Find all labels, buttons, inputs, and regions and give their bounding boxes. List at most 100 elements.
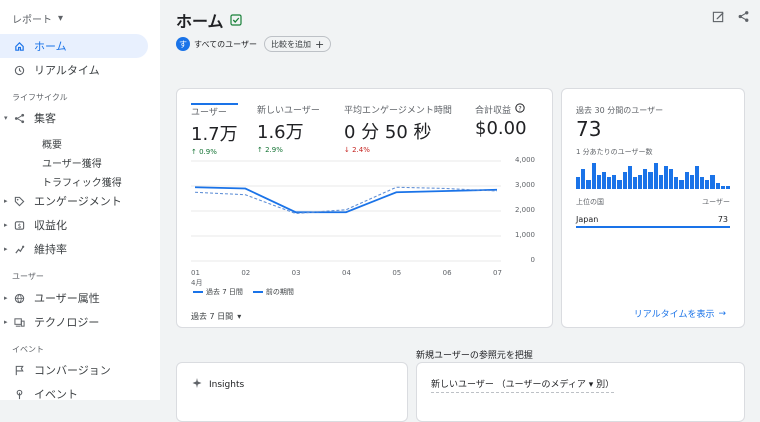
card-title-new-users-by-medium[interactable]: 新しいユーザー （ユーザーのメディア ▾ 別） — [431, 377, 614, 393]
add-comparison-button[interactable]: 比較を追加 + — [264, 36, 331, 52]
x-tick-label: 03 — [292, 269, 301, 277]
report-selector[interactable]: レポート ▾ — [12, 11, 63, 26]
realtime-bar — [643, 169, 647, 189]
metric-label: 平均エンゲージメント時間 — [344, 103, 452, 116]
realtime-bar — [592, 163, 596, 189]
legend-item-current[interactable]: 過去 7 日間 — [193, 287, 243, 297]
share-icon[interactable] — [737, 8, 750, 27]
realtime-bar — [679, 180, 683, 189]
realtime-bar — [654, 163, 658, 189]
metric-avg-engagement[interactable]: 平均エンゲージメント時間 0 分 50 秒 ↓ 2.4% — [344, 103, 452, 154]
svg-text:?: ? — [518, 105, 521, 112]
sidebar-subitem-user-acquisition[interactable]: ユーザー獲得 — [42, 155, 102, 170]
chart-legend: 過去 7 日間 前の期間 — [193, 287, 294, 297]
realtime-bar — [623, 172, 627, 189]
realtime-bar — [669, 169, 673, 189]
realtime-bar — [664, 166, 668, 189]
overview-card: ユーザー 1.7万 ↑ 0.9% 新しいユーザー 1.6万 ↑ 2.9% 平均エ… — [176, 88, 553, 328]
caret-down-icon: ▾ — [237, 312, 241, 321]
expand-right-icon: ▸ — [4, 245, 8, 253]
new-users-by-medium-card: 新しいユーザー （ユーザーのメディア ▾ 別） — [416, 362, 745, 422]
all-users-chip-label: すべてのユーザー — [194, 39, 257, 50]
all-users-chip[interactable]: す すべてのユーザー — [176, 36, 257, 52]
x-tick-label: 06 — [443, 269, 452, 277]
y-tick-label: 2,000 — [503, 206, 535, 214]
metric-users[interactable]: ユーザー 1.7万 ↑ 0.9% — [191, 103, 238, 156]
sidebar-item-label: コンバージョン — [34, 362, 111, 378]
top-toolbar — [712, 8, 750, 27]
legend-label: 過去 7 日間 — [206, 288, 243, 296]
x-tick-sublabel: 4月 — [191, 278, 202, 288]
sidebar-item-label: エンゲージメント — [34, 193, 122, 209]
realtime-bar — [612, 175, 616, 189]
insights-card: Insights — [176, 362, 408, 422]
view-realtime-label: リアルタイムを表示 — [634, 307, 715, 320]
metric-value: 1.6万 — [257, 118, 320, 144]
y-tick-label: 4,000 — [503, 156, 535, 164]
sidebar-item-home[interactable]: ホーム — [0, 34, 148, 58]
metric-total-revenue[interactable]: 合計収益 ? $0.00 — [475, 103, 527, 139]
metric-delta: ↑ 0.9% — [191, 148, 238, 156]
realtime-bar — [695, 166, 699, 189]
insights-label: Insights — [209, 380, 244, 390]
x-tick-label: 04 — [342, 269, 351, 277]
dollar-tag-icon: $ — [13, 219, 25, 231]
x-tick-label: 05 — [392, 269, 401, 277]
realtime-bar — [602, 172, 606, 189]
legend-label: 前の期間 — [266, 288, 294, 296]
realtime-bar — [674, 177, 678, 189]
page-title-text: ホーム — [176, 8, 224, 32]
realtime-bar — [633, 177, 637, 189]
realtime-bar — [638, 175, 642, 189]
y-tick-label: 0 — [503, 256, 535, 264]
realtime-bar — [700, 177, 704, 189]
sidebar-subitem-traffic-acquisition[interactable]: トラフィック獲得 — [42, 174, 122, 189]
realtime-bar — [628, 166, 632, 189]
realtime-label: 過去 30 分間のユーザー — [576, 105, 663, 116]
section-heading-lifecycle: ライフサイクル — [12, 92, 68, 103]
column-header-users: ユーザー — [702, 197, 730, 207]
edit-report-icon[interactable] — [712, 8, 725, 27]
realtime-bar — [659, 175, 663, 189]
sidebar-subitem-overview[interactable]: 概要 — [42, 136, 62, 151]
help-icon[interactable]: ? — [515, 103, 525, 116]
metric-delta: ↑ 2.9% — [257, 146, 320, 154]
realtime-value: 73 — [576, 117, 601, 141]
plus-icon: + — [315, 38, 324, 51]
tag-icon — [13, 195, 25, 207]
sidebar: レポート ▾ ホーム リアルタイム ライフサイクル ▾ 集客 概要 ユーザー獲得… — [0, 0, 160, 400]
sidebar-item-label: ユーザー属性 — [34, 290, 100, 306]
sidebar-item-label: ホーム — [34, 38, 67, 54]
sidebar-item-label: 集客 — [34, 110, 56, 126]
realtime-bar — [726, 186, 730, 189]
column-header-country: 上位の国 — [576, 197, 604, 207]
x-tick-label: 02 — [241, 269, 250, 277]
realtime-bar — [690, 175, 694, 189]
expand-right-icon: ▸ — [4, 318, 8, 326]
metric-value: 0 分 50 秒 — [344, 118, 452, 144]
metric-new-users[interactable]: 新しいユーザー 1.6万 ↑ 2.9% — [257, 103, 320, 154]
branch-icon — [13, 112, 25, 124]
section-title-new-user-source: 新規ユーザーの参照元を把握 — [416, 348, 533, 361]
realtime-bar — [705, 180, 709, 189]
dashed-line-swatch — [253, 291, 263, 293]
insights-icon — [191, 377, 203, 392]
section-heading-event: イベント — [12, 344, 44, 355]
view-realtime-link[interactable]: リアルタイムを表示 → — [634, 307, 726, 320]
realtime-bar — [617, 180, 621, 189]
sidebar-item-label: 維持率 — [34, 241, 67, 257]
globe-icon — [13, 292, 25, 304]
date-range-label: 過去 7 日間 — [191, 311, 233, 322]
y-tick-label: 1,000 — [503, 231, 535, 239]
sidebar-item-label: リアルタイム — [34, 62, 100, 78]
metric-value: 1.7万 — [191, 120, 238, 146]
line-chart — [191, 157, 531, 267]
expand-right-icon: ▸ — [4, 294, 8, 302]
sidebar-item-label: 収益化 — [34, 217, 67, 233]
y-tick-label: 3,000 — [503, 181, 535, 189]
date-range-selector[interactable]: 過去 7 日間 ▾ — [191, 311, 241, 322]
realtime-bar — [586, 180, 590, 189]
sidebar-item-label: テクノロジー — [34, 314, 99, 330]
x-tick-label: 01 — [191, 269, 200, 277]
legend-item-previous[interactable]: 前の期間 — [253, 287, 294, 297]
